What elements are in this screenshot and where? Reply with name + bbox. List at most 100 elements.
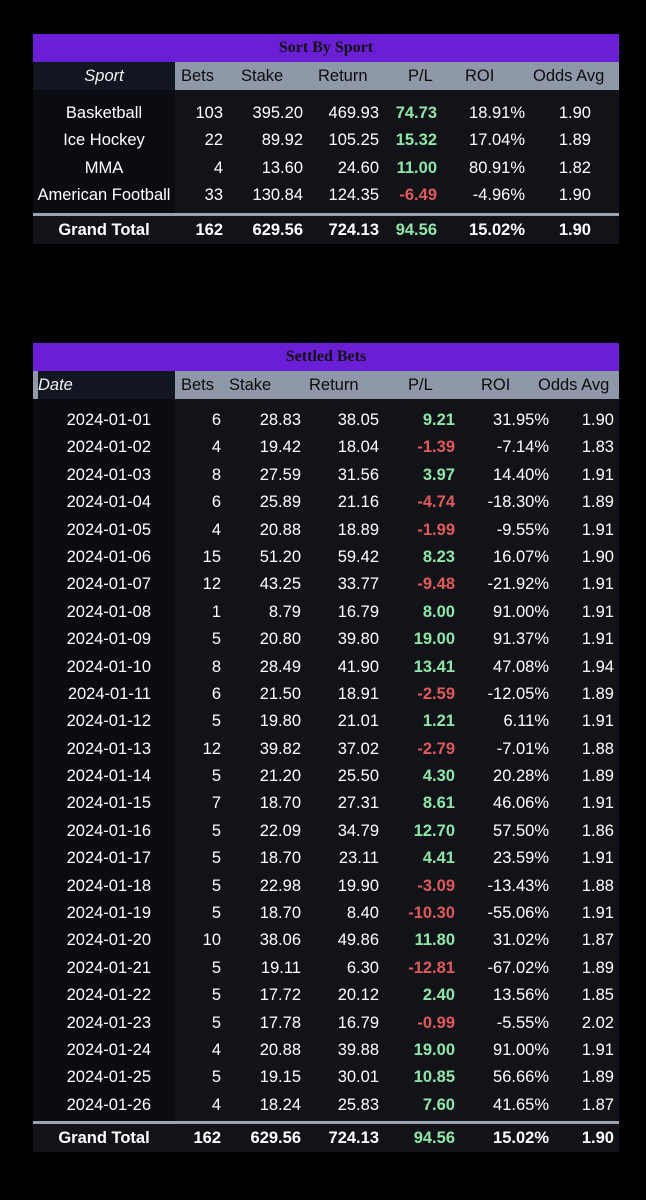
cell-pl: -2.59 bbox=[417, 684, 455, 703]
cell-name: 2024-01-23 bbox=[66, 1013, 151, 1032]
column-header-odds-avg: Odds Avg bbox=[538, 376, 610, 394]
cell-stake: 19.15 bbox=[259, 1068, 301, 1087]
cell-stake: 89.92 bbox=[261, 131, 303, 150]
cell-stake: 27.59 bbox=[259, 465, 301, 484]
total-name: Grand Total bbox=[58, 1129, 150, 1148]
cell-pl: 3.97 bbox=[422, 465, 455, 484]
cell-stake: 17.78 bbox=[259, 1013, 301, 1032]
settled-table-title: Settled Bets bbox=[33, 343, 619, 371]
column-header-bets: Bets bbox=[181, 376, 215, 394]
cell-pl: 11.80 bbox=[414, 931, 455, 950]
cell-return: 18.04 bbox=[337, 438, 379, 457]
cell-roi: 91.00% bbox=[493, 1040, 549, 1059]
cell-bets: 5 bbox=[211, 958, 221, 977]
cell-return: 41.90 bbox=[337, 657, 379, 676]
cell-bets: 5 bbox=[211, 767, 221, 786]
cell-stake: 13.60 bbox=[261, 158, 303, 177]
cell-stake: 19.42 bbox=[259, 438, 301, 457]
cell-return: 469.93 bbox=[328, 104, 379, 122]
cell-return: 33.77 bbox=[337, 575, 379, 594]
cell-name: 2024-01-21 bbox=[66, 958, 151, 977]
cell-name: 2024-01-22 bbox=[66, 986, 151, 1005]
cell-odds-avg: 1.91 bbox=[581, 849, 614, 868]
cell-return: 21.16 bbox=[337, 493, 379, 512]
cell-odds-avg: 1.90 bbox=[558, 186, 591, 205]
cell-odds-avg: 1.90 bbox=[581, 411, 614, 429]
cell-roi: -13.43% bbox=[487, 876, 549, 895]
table-row: 2024-01-07 12 43.25 33.77 -9.48 -21.92% 1.91 bbox=[33, 571, 619, 598]
cell-pl: -12.81 bbox=[408, 958, 455, 977]
cell-return: 59.42 bbox=[337, 547, 379, 566]
table-row: 2024-01-21 5 19.11 6.30 -12.81 -67.02% 1.89 bbox=[33, 955, 619, 982]
total-bets: 162 bbox=[193, 1129, 221, 1148]
cell-return: 24.60 bbox=[337, 158, 379, 177]
table-row: Basketball 103 395.20 469.93 74.73 18.91% 1.90 bbox=[33, 100, 619, 127]
cell-bets: 12 bbox=[202, 739, 221, 758]
cell-roi: 56.66% bbox=[493, 1068, 549, 1087]
sport-table-header: Sport Bets Stake Return P/L ROI Odds Avg bbox=[33, 62, 619, 90]
cell-bets: 4 bbox=[211, 1095, 221, 1114]
cell-roi: -12.05% bbox=[487, 684, 549, 703]
cell-return: 25.50 bbox=[337, 767, 379, 786]
cell-name: 2024-01-25 bbox=[66, 1068, 151, 1087]
cell-return: 20.12 bbox=[337, 986, 379, 1005]
cell-stake: 8.79 bbox=[268, 602, 301, 621]
cell-bets: 33 bbox=[204, 186, 223, 205]
cell-stake: 39.82 bbox=[259, 739, 301, 758]
table-row: 2024-01-10 8 28.49 41.90 13.41 47.08% 1.94 bbox=[33, 654, 619, 681]
cell-odds-avg: 1.89 bbox=[581, 958, 614, 977]
cell-return: 23.11 bbox=[338, 849, 379, 868]
cell-return: 21.01 bbox=[337, 712, 379, 731]
table-row: 2024-01-11 6 21.50 18.91 -2.59 -12.05% 1.89 bbox=[33, 681, 619, 708]
cell-stake: 38.06 bbox=[259, 931, 301, 950]
cell-bets: 103 bbox=[195, 104, 223, 122]
cell-pl: 8.61 bbox=[422, 794, 455, 813]
table-row: 2024-01-26 4 18.24 25.83 7.60 41.65% 1.87 bbox=[33, 1092, 619, 1119]
settled-table-grand-total: Grand Total 162 629.56 724.13 94.56 15.02% 1.9… bbox=[33, 1121, 619, 1153]
cell-roi: 31.02% bbox=[493, 931, 549, 950]
cell-pl: -9.48 bbox=[417, 575, 455, 594]
cell-bets: 5 bbox=[211, 821, 221, 840]
total-stake: 629.56 bbox=[250, 1129, 301, 1148]
cell-odds-avg: 1.90 bbox=[581, 547, 614, 566]
cell-pl: 74.73 bbox=[395, 104, 437, 122]
cell-return: 37.02 bbox=[337, 739, 379, 758]
cell-bets: 22 bbox=[204, 131, 223, 150]
cell-return: 30.01 bbox=[337, 1068, 379, 1087]
total-stake: 629.56 bbox=[252, 220, 303, 239]
table-row: 2024-01-17 5 18.70 23.11 4.41 23.59% 1.91 bbox=[33, 845, 619, 872]
cell-name: 2024-01-04 bbox=[66, 493, 151, 512]
cell-stake: 20.88 bbox=[259, 520, 301, 539]
cell-odds-avg: 1.91 bbox=[581, 904, 614, 923]
total-roi: 15.02% bbox=[469, 220, 525, 239]
table-row: 2024-01-24 4 20.88 39.88 19.00 91.00% 1.91 bbox=[33, 1037, 619, 1064]
cell-stake: 21.20 bbox=[259, 767, 301, 786]
column-header-stake: Stake bbox=[241, 67, 284, 85]
cell-bets: 5 bbox=[211, 986, 221, 1005]
total-bets: 162 bbox=[195, 220, 223, 239]
cell-return: 16.79 bbox=[337, 1013, 379, 1032]
cell-roi: 14.40% bbox=[493, 465, 549, 484]
total-return: 724.13 bbox=[328, 1129, 379, 1148]
column-header-return: Return bbox=[318, 67, 368, 85]
total-roi: 15.02% bbox=[493, 1129, 549, 1148]
column-header-odds-avg: Odds Avg bbox=[533, 67, 605, 85]
cell-pl: 8.00 bbox=[422, 602, 455, 621]
cell-roi: 16.07% bbox=[493, 547, 549, 566]
cell-return: 8.40 bbox=[346, 904, 379, 923]
cell-bets: 6 bbox=[211, 684, 221, 703]
cell-bets: 5 bbox=[211, 1068, 221, 1087]
cell-bets: 6 bbox=[211, 493, 221, 512]
cell-pl: 4.41 bbox=[422, 849, 455, 868]
cell-stake: 51.20 bbox=[259, 547, 301, 566]
cell-return: 19.90 bbox=[337, 876, 379, 895]
cell-roi: 20.28% bbox=[493, 767, 549, 786]
cell-roi: 91.00% bbox=[493, 602, 549, 621]
cell-stake: 20.88 bbox=[259, 1040, 301, 1059]
cell-pl: 12.70 bbox=[413, 821, 455, 840]
cell-name: 2024-01-19 bbox=[66, 904, 151, 923]
table-row: 2024-01-25 5 19.15 30.01 10.85 56.66% 1.89 bbox=[33, 1064, 619, 1091]
cell-odds-avg: 1.91 bbox=[581, 602, 614, 621]
cell-stake: 43.25 bbox=[259, 575, 301, 594]
cell-odds-avg: 2.02 bbox=[581, 1013, 614, 1032]
